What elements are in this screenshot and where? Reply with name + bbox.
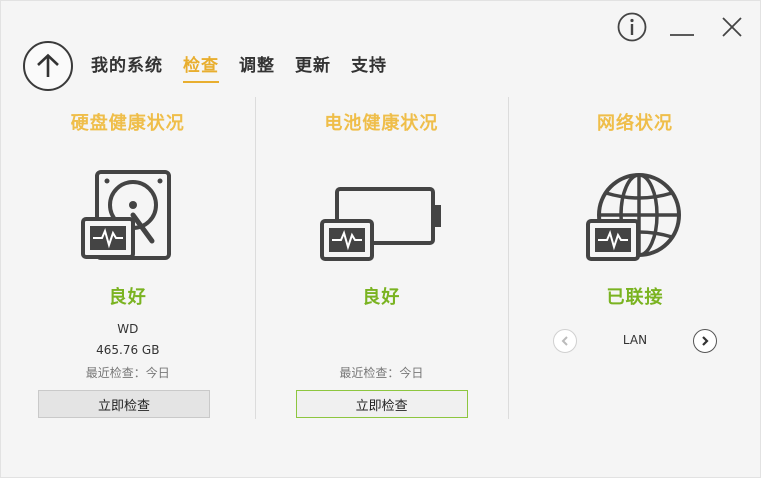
- tab-update[interactable]: 更新: [295, 49, 331, 83]
- nav-tabs: 我的系统 检查 调整 更新 支持: [91, 49, 387, 83]
- battery-status: 良好: [362, 287, 401, 308]
- globe-icon: [585, 171, 685, 265]
- battery-health-panel: 电池健康状况 良好 最近检查：今日 立即检查: [254, 97, 509, 419]
- window-controls: [616, 11, 748, 43]
- main-nav: 我的系统 检查 调整 更新 支持: [23, 41, 387, 91]
- tab-check[interactable]: 检查: [183, 49, 219, 83]
- status-panels: 硬盘健康状况 良好 WD 465.76 GB 最近检查：今日 立即检查 电池健康…: [1, 97, 761, 419]
- minimize-icon: [670, 34, 694, 36]
- connection-carousel: LAN: [508, 329, 761, 353]
- network-status: 已联接: [606, 287, 664, 308]
- tab-tune[interactable]: 调整: [239, 49, 275, 83]
- close-icon: [722, 17, 742, 37]
- chevron-right-icon: [702, 336, 709, 346]
- next-connection-button[interactable]: [693, 329, 718, 353]
- connection-type: LAN: [622, 333, 648, 347]
- app-window: 我的系统 检查 调整 更新 支持 硬盘健康状况 良好 WD 465.76 GB …: [0, 0, 761, 478]
- panel-title: 网络状况: [596, 113, 673, 134]
- info-button[interactable]: [616, 11, 648, 43]
- close-button[interactable]: [716, 11, 748, 43]
- disk-check-now-button[interactable]: 立即检查: [38, 390, 210, 418]
- tab-my-system[interactable]: 我的系统: [91, 49, 163, 83]
- tab-support[interactable]: 支持: [351, 49, 387, 83]
- disk-vendor: WD: [117, 322, 139, 336]
- disk-status: 良好: [108, 287, 147, 308]
- back-up-button[interactable]: [23, 41, 73, 91]
- battery-last-check: 最近检查：今日: [339, 366, 424, 380]
- battery-icon: [319, 185, 443, 267]
- panel-title: 硬盘健康状况: [70, 113, 185, 134]
- hard-drive-icon: [80, 169, 176, 265]
- arrow-up-icon: [37, 53, 59, 77]
- disk-health-panel: 硬盘健康状况 良好 WD 465.76 GB 最近检查：今日 立即检查: [1, 97, 255, 419]
- battery-check-now-button[interactable]: 立即检查: [295, 390, 468, 418]
- network-status-panel: 网络状况 已联接 LAN: [508, 97, 761, 419]
- info-icon: [617, 12, 647, 42]
- minimize-button[interactable]: [666, 11, 698, 43]
- disk-size: 465.76 GB: [96, 343, 160, 357]
- disk-last-check: 最近检查：今日: [85, 366, 170, 380]
- panel-title: 电池健康状况: [324, 113, 439, 134]
